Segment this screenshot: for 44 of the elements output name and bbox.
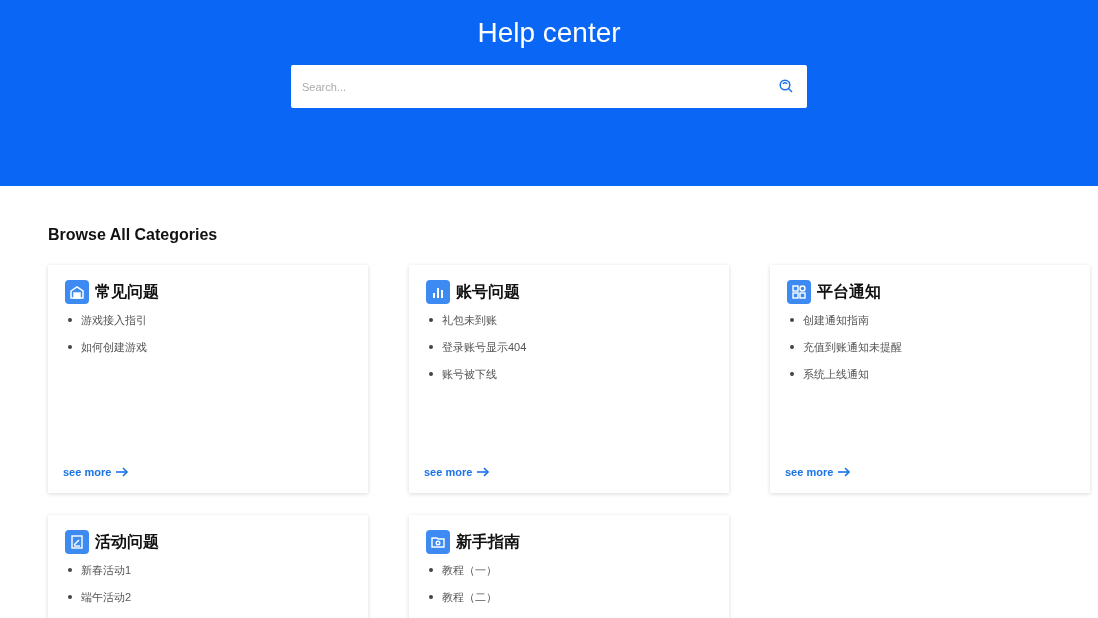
- article-link[interactable]: 登录账号显示404: [442, 339, 527, 355]
- article-link[interactable]: 充值到账通知未提醒: [803, 339, 902, 355]
- bullet-icon: [429, 318, 433, 322]
- bullet-icon: [429, 372, 433, 376]
- folder-icon: [426, 530, 450, 554]
- category-title: 平台通知: [817, 281, 881, 302]
- category-title: 账号问题: [456, 281, 520, 302]
- bullet-icon: [429, 568, 433, 572]
- clipboard-icon: [65, 530, 89, 554]
- arrow-right-icon: [837, 467, 852, 477]
- article-link[interactable]: 如何创建游戏: [81, 339, 147, 355]
- arrow-right-icon: [476, 467, 491, 477]
- bullet-icon: [68, 595, 72, 599]
- bullet-icon: [68, 345, 72, 349]
- category-title: 新手指南: [456, 531, 520, 552]
- article-link[interactable]: 端午活动2: [81, 589, 132, 605]
- shapes-icon: [787, 280, 811, 304]
- category-title: 活动问题: [95, 531, 159, 552]
- see-more-link[interactable]: see more: [785, 466, 852, 478]
- article-link[interactable]: 礼包未到账: [442, 312, 497, 328]
- house-icon: [65, 280, 89, 304]
- bullet-icon: [790, 372, 794, 376]
- article-link[interactable]: 账号被下线: [442, 366, 497, 382]
- bullet-icon: [790, 345, 794, 349]
- article-link[interactable]: 创建通知指南: [803, 312, 869, 328]
- arrow-right-icon: [115, 467, 130, 477]
- bars-icon: [426, 280, 450, 304]
- page-title: Help center: [477, 16, 621, 50]
- search-icon[interactable]: [779, 79, 793, 93]
- search-field[interactable]: Search...: [291, 65, 807, 108]
- bullet-icon: [68, 318, 72, 322]
- see-more-link[interactable]: see more: [424, 466, 491, 478]
- bullet-icon: [790, 318, 794, 322]
- article-link[interactable]: 游戏接入指引: [81, 312, 147, 328]
- bullet-icon: [68, 568, 72, 572]
- category-title: 常见问题: [95, 281, 159, 302]
- article-link[interactable]: 教程（一）: [442, 562, 497, 578]
- article-link[interactable]: 教程（二）: [442, 589, 497, 605]
- section-heading: Browse All Categories: [48, 226, 219, 244]
- bullet-icon: [429, 595, 433, 599]
- see-more-link[interactable]: see more: [63, 466, 130, 478]
- article-link[interactable]: 新春活动1: [81, 562, 132, 578]
- bullet-icon: [429, 345, 433, 349]
- article-link[interactable]: 系统上线通知: [803, 366, 869, 382]
